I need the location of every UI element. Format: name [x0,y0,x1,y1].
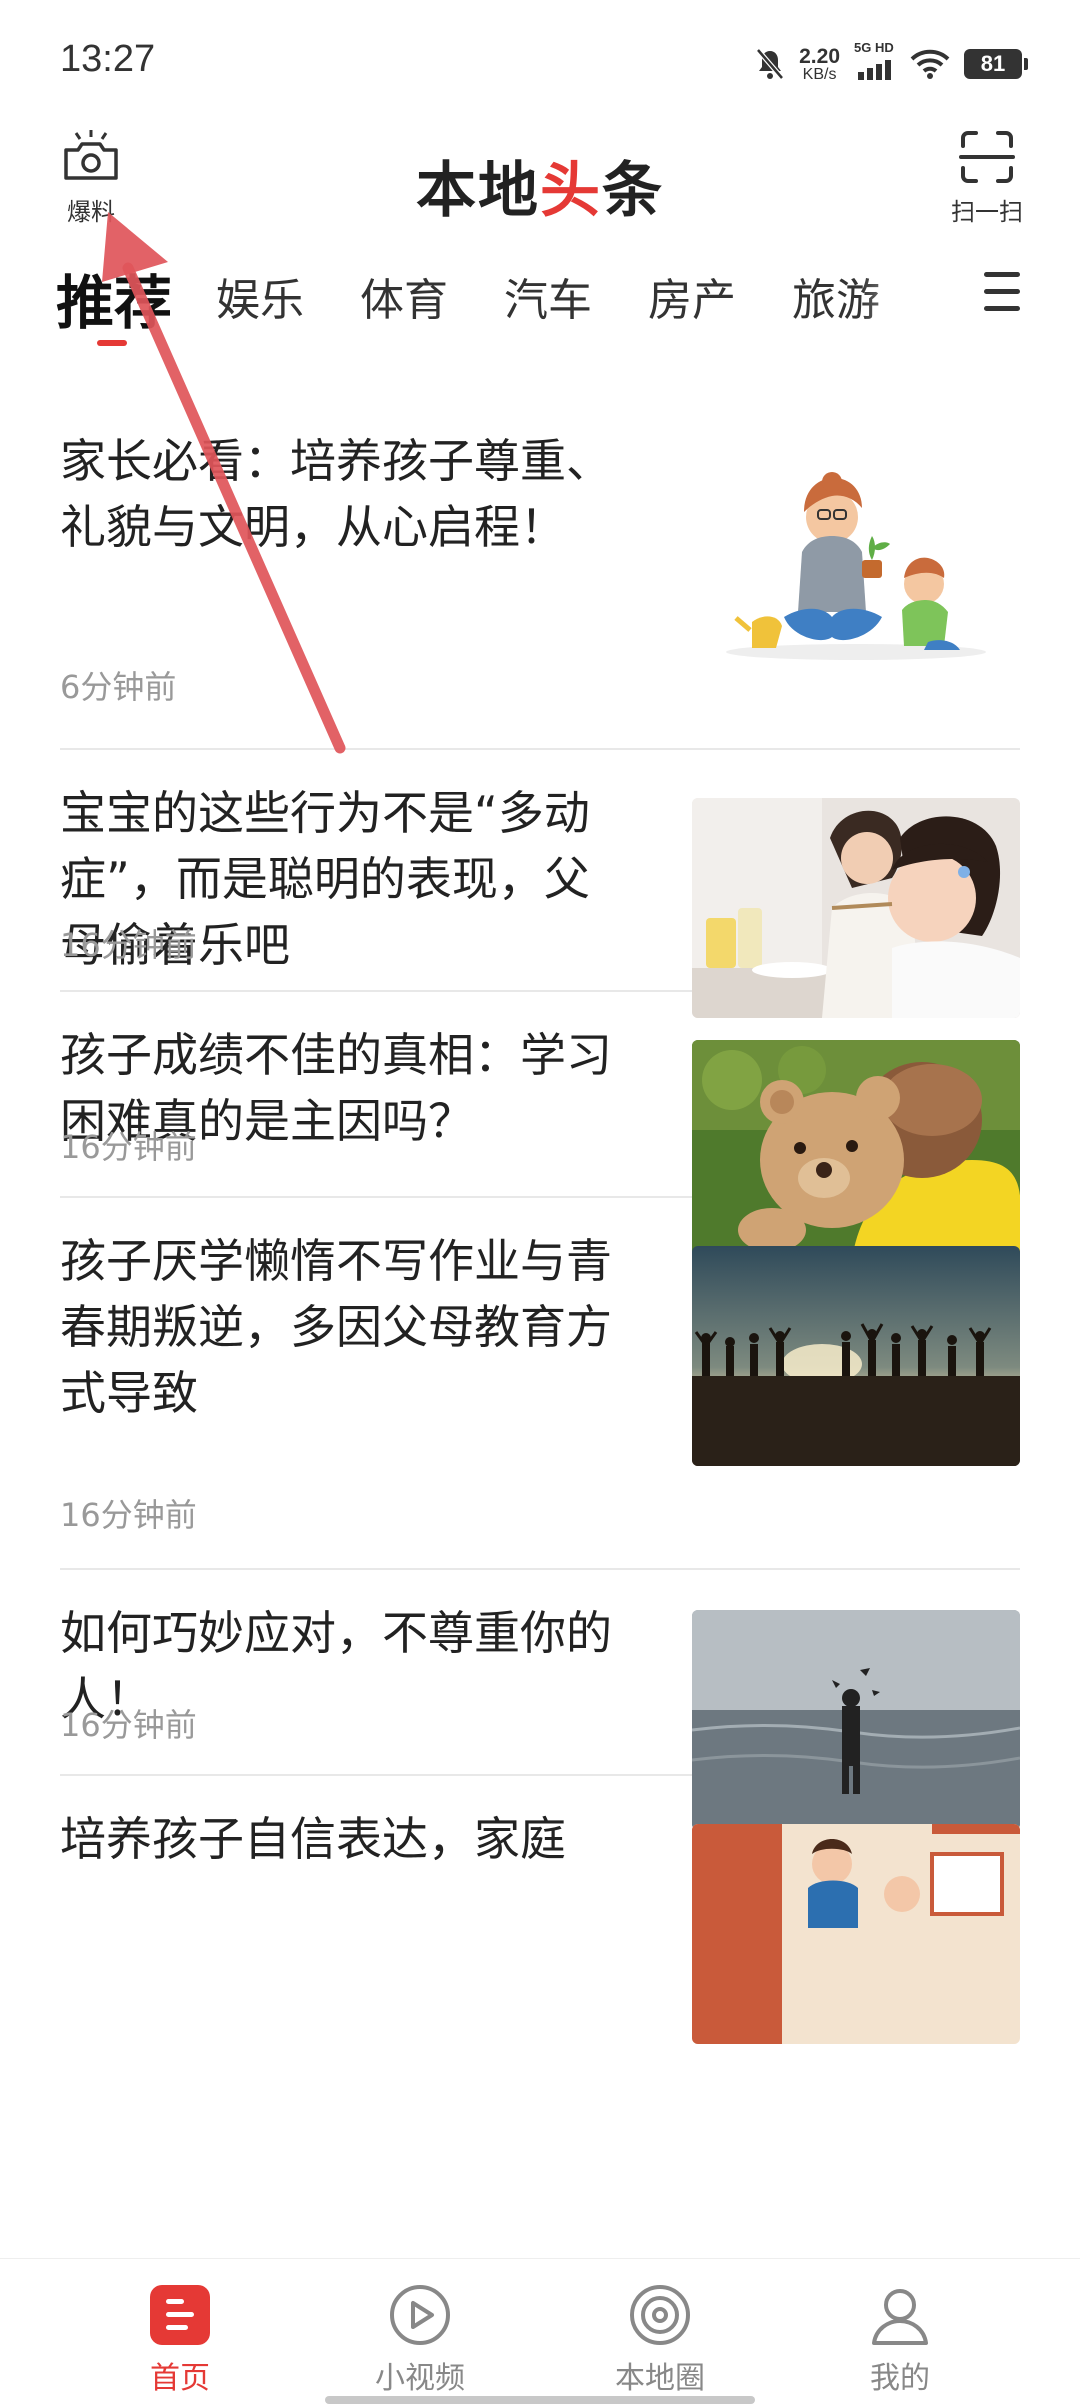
channel-tabs: 推荐 娱乐 体育 汽车 房产 旅游 [0,250,1080,360]
tab-auto[interactable]: 汽车 [504,264,592,328]
target-icon [630,2285,690,2345]
status-icons: 2.20 KB/s 5G HD 81 [755,40,1028,88]
tab-entertainment[interactable]: 娱乐 [216,264,304,328]
net-speed: 2.20 KB/s [799,46,840,83]
article-item[interactable]: 家长必看：培养孩子尊重、礼貌与文明，从心启程！ 6分钟前 [60,360,1020,750]
article-time: 16分钟前 [60,1496,197,1534]
user-icon [872,2289,928,2345]
article-title: 培养孩子自信表达，家庭 [60,1812,566,1866]
nav-home[interactable]: 首页 [100,2281,260,2397]
article-time: 6分钟前 [60,668,177,706]
net-speed-unit: KB/s [802,65,837,83]
bottom-navigation: 首页 小视频 本地圈 我的 [0,2258,1080,2408]
article-item[interactable]: 孩子厌学懒惰不写作业与青春期叛逆，多因父母教育方式导致 16分钟前 [60,1198,1020,1570]
article-item[interactable]: 培养孩子自信表达，家庭 [60,1776,1020,2044]
article-title: 孩子厌学懒惰不写作业与青春期叛逆，多因父母教育方式导致 [60,1234,612,1420]
nav-mine-label: 我的 [870,2361,930,2396]
status-time: 13:27 [60,38,156,80]
app-logo: 本地头条 [0,142,1080,229]
bell-off-icon [756,48,785,80]
article-title: 家长必看：培养孩子尊重、礼貌与文明，从心启程！ [60,434,612,554]
scan-button[interactable]: 扫一扫 [944,128,1030,227]
tab-realestate[interactable]: 房产 [648,264,736,328]
nav-home-label: 首页 [150,2361,210,2396]
tabs-fade [860,250,970,350]
menu-bar-1 [984,272,1020,277]
scan-label: 扫一扫 [951,198,1023,226]
article-time: 16分钟前 [60,1128,197,1166]
menu-bar-3 [984,306,1020,311]
nav-mine[interactable]: 我的 [820,2281,980,2397]
nav-short-video-label: 小视频 [375,2361,465,2396]
scan-icon [959,131,1015,183]
menu-bar-2 [984,289,1020,294]
home-icon [150,2285,210,2345]
article-thumbnail [692,1824,1020,2044]
tab-recommend[interactable]: 推荐 [56,256,172,340]
app-header: 爆料 本地头条 扫一扫 [0,120,1080,250]
status-bar: 13:27 2.20 KB/s 5G HD 81 [0,0,1080,120]
article-item[interactable]: 孩子成绩不佳的真相：学习困难真的是主因吗？ 16分钟前 [60,992,1020,1260]
net-speed-value: 2.20 [799,44,840,68]
logo-text-red: 头 [540,156,602,226]
active-tab-indicator [97,340,127,346]
play-icon [390,2285,450,2345]
logo-text-1: 本地 [416,156,540,226]
article-thumbnail [692,798,1020,1018]
battery-icon: 81 [964,49,1028,79]
tab-sports[interactable]: 体育 [360,264,448,328]
nav-short-video[interactable]: 小视频 [340,2281,500,2397]
article-item[interactable]: 如何巧妙应对，不尊重你的人！ 16分钟前 [60,1570,1020,1830]
article-time: 16分钟前 [60,926,197,964]
news-feed: 家长必看：培养孩子尊重、礼貌与文明，从心启程！ 6分钟前 宝宝的这些行为不是“多… [0,360,1080,2258]
channel-menu-button[interactable] [984,272,1040,322]
article-item[interactable]: 宝宝的这些行为不是“多动症”，而是聪明的表现，父母偷着乐吧 16分钟前 [60,750,1020,1018]
article-thumbnail [692,452,1020,672]
nav-local-circle-label: 本地圈 [615,2361,705,2396]
nav-local-circle[interactable]: 本地圈 [580,2281,740,2397]
home-indicator [325,2396,755,2404]
article-time: 16分钟前 [60,1706,197,1744]
logo-text-2: 条 [602,156,664,226]
signal-icon: 5G HD [854,40,896,84]
wifi-icon [910,49,950,79]
article-thumbnail [692,1246,1020,1466]
